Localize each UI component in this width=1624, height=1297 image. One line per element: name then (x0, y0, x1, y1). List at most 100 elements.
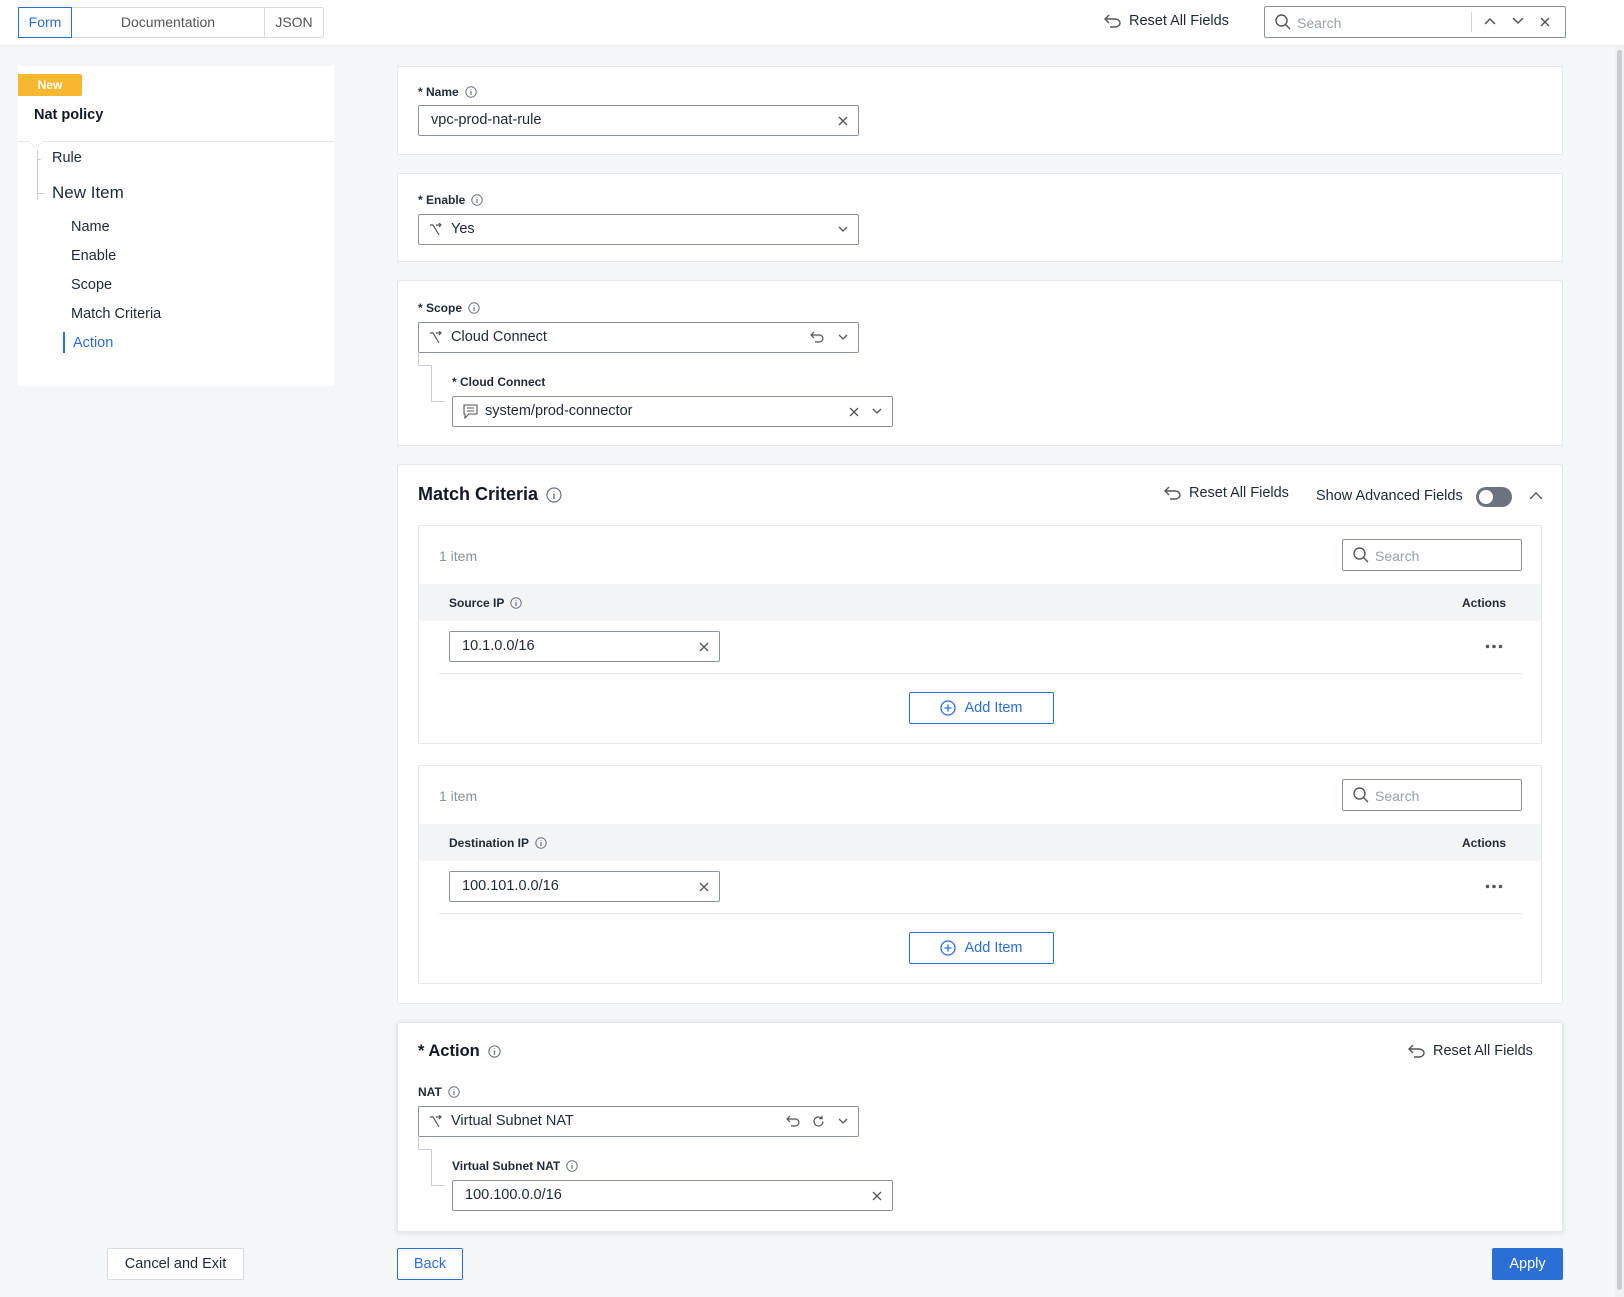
cloud-connect-label: * Cloud Connect (452, 375, 546, 389)
clear-icon[interactable] (699, 642, 709, 652)
destination-ip-list: 1 item Destination IP Actions 100.101.0.… (418, 765, 1542, 984)
cancel-and-exit-button[interactable]: Cancel and Exit (107, 1248, 244, 1280)
top-search-input[interactable] (1297, 13, 1457, 33)
clear-icon[interactable] (699, 882, 709, 892)
info-icon (464, 86, 477, 98)
tab-documentation[interactable]: Documentation (72, 8, 265, 37)
info-icon (471, 194, 484, 206)
source-item-count: 1 item (439, 548, 478, 564)
source-ip-list: 1 item Source IP Actions 10.1.0.0/16 Add… (418, 525, 1542, 744)
row-divider (439, 913, 1523, 914)
name-label: * Name (418, 85, 459, 99)
search-icon (1275, 14, 1291, 30)
chevron-down-icon[interactable] (838, 334, 848, 341)
undo-icon (1408, 1044, 1425, 1058)
scope-label: * Scope (418, 301, 463, 315)
source-search-input[interactable] (1375, 546, 1505, 566)
chevron-up-icon[interactable] (1483, 16, 1497, 26)
tab-json[interactable]: JSON (265, 8, 323, 37)
enable-select[interactable]: Yes (418, 214, 859, 245)
destination-ip-column: Destination IP (449, 836, 530, 850)
more-actions-icon[interactable] (1485, 884, 1503, 889)
clear-icon[interactable] (872, 1191, 882, 1201)
clear-icon[interactable] (849, 407, 859, 417)
enable-label: * Enable (418, 193, 466, 207)
sidebar-item-rule[interactable]: Rule (52, 150, 82, 166)
back-button[interactable]: Back (397, 1248, 463, 1280)
chevron-down-icon[interactable] (838, 1118, 848, 1125)
destination-ip-column-row: Destination IP (449, 836, 547, 850)
sidebar-item-enable[interactable]: Enable (71, 248, 116, 264)
action-card: * Action Reset All Fields NAT Virtual Su… (397, 1022, 1563, 1232)
virtual-subnet-label: Virtual Subnet NAT (452, 1159, 561, 1173)
enable-card: * Enable Yes (397, 173, 1563, 262)
info-icon (510, 597, 523, 609)
scope-label-row: * Scope (418, 301, 480, 315)
name-card: * Name vpc-prod-nat-rule (397, 66, 1563, 155)
sidebar: New Nat policy Rule New Item Name Enable… (18, 66, 334, 386)
sidebar-item-new-item[interactable]: New Item (52, 183, 124, 203)
reset-all-fields-button-top[interactable]: Reset All Fields (1104, 13, 1229, 29)
search-divider (1471, 12, 1472, 32)
branch-icon (429, 331, 443, 345)
match-criteria-reset-label: Reset All Fields (1189, 485, 1289, 501)
apply-button[interactable]: Apply (1492, 1248, 1563, 1280)
source-add-item-button[interactable]: Add Item (909, 692, 1054, 724)
sidebar-item-name[interactable]: Name (71, 219, 110, 235)
info-icon (546, 486, 562, 503)
name-value: vpc-prod-nat-rule (431, 112, 542, 128)
clear-icon[interactable] (838, 116, 848, 126)
action-reset-button[interactable]: Reset All Fields (1408, 1043, 1533, 1059)
undo-icon[interactable] (786, 1115, 800, 1127)
destination-ip-value: 100.101.0.0/16 (462, 878, 559, 894)
info-icon (535, 837, 547, 849)
source-search-box (1342, 539, 1522, 571)
action-reset-label: Reset All Fields (1433, 1043, 1533, 1059)
view-tabs: Form Documentation JSON (18, 7, 324, 38)
info-icon (448, 1086, 460, 1098)
search-icon (1353, 787, 1369, 803)
plus-circle-icon (940, 700, 957, 716)
refresh-icon[interactable] (812, 1115, 825, 1128)
destination-actions-column: Actions (1462, 836, 1507, 850)
more-actions-icon[interactable] (1485, 644, 1503, 649)
match-criteria-reset-button[interactable]: Reset All Fields (1164, 485, 1289, 501)
source-actions-column: Actions (1462, 596, 1507, 610)
destination-table-header: Destination IP Actions (419, 824, 1541, 861)
source-table-header: Source IP Actions (419, 584, 1541, 621)
source-ip-input[interactable]: 10.1.0.0/16 (449, 631, 720, 662)
close-icon[interactable] (1539, 16, 1551, 28)
show-advanced-label: Show Advanced Fields (1316, 488, 1463, 504)
info-icon (566, 1160, 578, 1172)
sidebar-item-scope[interactable]: Scope (71, 277, 112, 293)
name-input[interactable]: vpc-prod-nat-rule (418, 105, 859, 136)
info-icon (488, 1045, 501, 1058)
chevron-down-icon[interactable] (872, 408, 882, 415)
sidebar-item-action[interactable]: Action (73, 335, 113, 351)
chevron-down-icon[interactable] (1511, 16, 1525, 26)
sidebar-title: Nat policy (34, 107, 104, 123)
scope-card: * Scope Cloud Connect * Cloud Connect sy… (397, 280, 1563, 446)
tab-form[interactable]: Form (18, 7, 72, 38)
virtual-subnet-input[interactable]: 100.100.0.0/16 (452, 1180, 893, 1211)
reset-all-fields-label: Reset All Fields (1129, 13, 1229, 29)
destination-search-input[interactable] (1375, 786, 1505, 806)
destination-ip-input[interactable]: 100.101.0.0/16 (449, 871, 720, 902)
chevron-up-icon[interactable] (1529, 491, 1543, 500)
match-criteria-card: Match Criteria Reset All Fields Show Adv… (397, 464, 1563, 1004)
chevron-down-icon[interactable] (838, 226, 848, 233)
plus-circle-icon (940, 940, 957, 956)
show-advanced-toggle[interactable] (1476, 487, 1512, 507)
undo-icon[interactable] (810, 331, 824, 343)
scrollbar-thumb[interactable] (1617, 50, 1622, 1290)
row-divider (439, 673, 1523, 674)
destination-add-item-button[interactable]: Add Item (909, 932, 1054, 964)
cloud-connect-select[interactable]: system/prod-connector (452, 396, 893, 427)
nat-select[interactable]: Virtual Subnet NAT (418, 1106, 859, 1137)
sidebar-item-match-criteria[interactable]: Match Criteria (71, 306, 161, 322)
source-ip-column-row: Source IP (449, 596, 523, 610)
scope-select[interactable]: Cloud Connect (418, 322, 859, 353)
name-label-row: * Name (418, 85, 477, 99)
match-criteria-title: Match Criteria (418, 484, 539, 504)
top-search-box (1264, 6, 1566, 38)
